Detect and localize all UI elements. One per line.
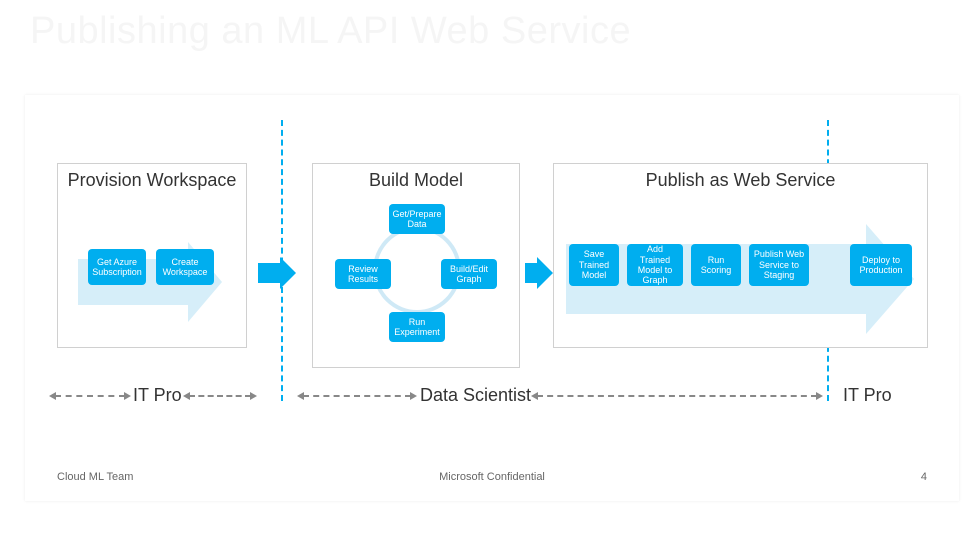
node-run-experiment: Run Experiment bbox=[389, 312, 445, 342]
footer-page-number: 4 bbox=[921, 471, 927, 483]
panel-build: Build Model Get/Prepare Data Build/Edit … bbox=[312, 163, 520, 368]
node-add-model-to-graph: Add Trained Model to Graph bbox=[627, 244, 683, 286]
panel-build-title: Build Model bbox=[313, 164, 519, 195]
role-right: IT Pro bbox=[843, 385, 892, 406]
node-get-subscription: Get Azure Subscription bbox=[88, 249, 146, 285]
slide-title: Publishing an ML API Web Service bbox=[30, 10, 631, 53]
node-create-workspace: Create Workspace bbox=[156, 249, 214, 285]
node-build-graph: Build/Edit Graph bbox=[441, 259, 497, 289]
slide-body: Provision Workspace Get Azure Subscripti… bbox=[25, 95, 959, 501]
node-review-results: Review Results bbox=[335, 259, 391, 289]
role-center: Data Scientist bbox=[420, 385, 531, 406]
role-line-center-a bbox=[303, 395, 411, 397]
panel-publish: Publish as Web Service Save Trained Mode… bbox=[553, 163, 928, 348]
node-get-data: Get/Prepare Data bbox=[389, 204, 445, 234]
role-line-center-b bbox=[537, 395, 817, 397]
panel-publish-title: Publish as Web Service bbox=[554, 164, 927, 195]
node-deploy-production: Deploy to Production bbox=[850, 244, 912, 286]
role-line-left-b bbox=[189, 395, 251, 397]
role-line-left-a bbox=[55, 395, 125, 397]
role-left: IT Pro bbox=[133, 385, 182, 406]
node-save-trained-model: Save Trained Model bbox=[569, 244, 619, 286]
node-run-scoring: Run Scoring bbox=[691, 244, 741, 286]
footer-team: Cloud ML Team bbox=[57, 471, 133, 483]
panel-provision-title: Provision Workspace bbox=[58, 164, 246, 195]
connector-arrow-2 bbox=[525, 257, 553, 289]
connector-arrow-1 bbox=[258, 257, 296, 289]
node-publish-staging: Publish Web Service to Staging bbox=[749, 244, 809, 286]
footer-confidential: Microsoft Confidential bbox=[439, 471, 545, 483]
panel-provision: Provision Workspace Get Azure Subscripti… bbox=[57, 163, 247, 348]
